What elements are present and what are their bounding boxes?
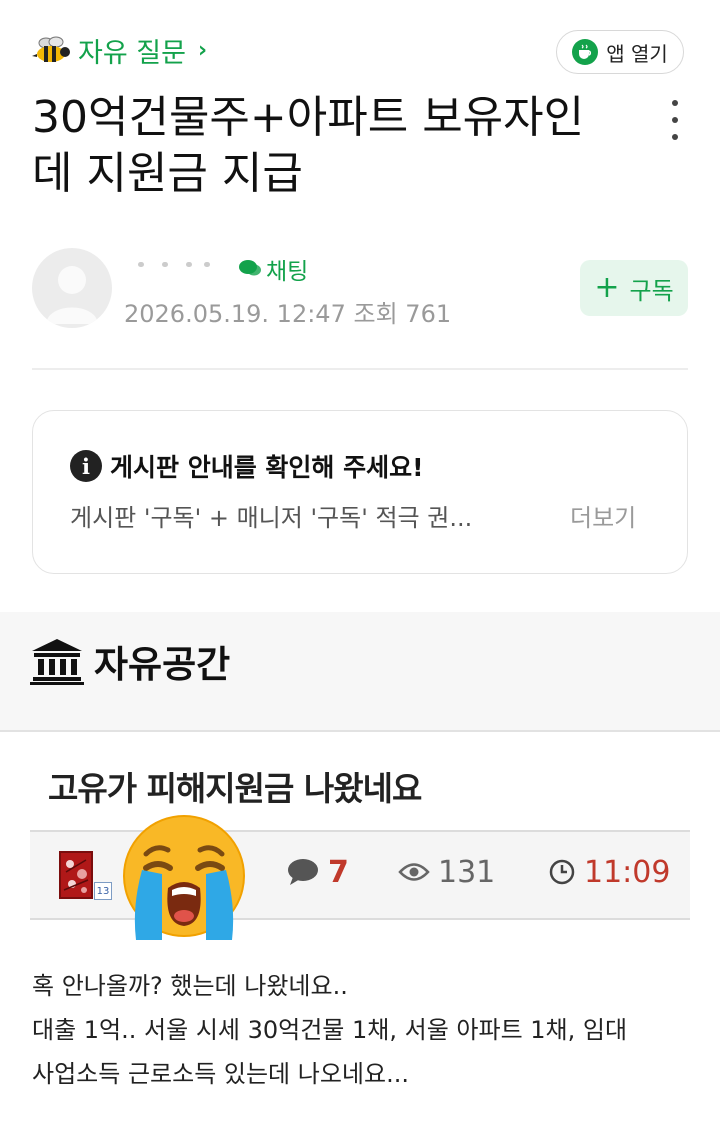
- clock-icon: [549, 859, 575, 885]
- views-stat: 131: [398, 852, 495, 892]
- comment-icon: [288, 859, 318, 885]
- bank-icon: [30, 639, 84, 685]
- comments-count: 7: [328, 854, 349, 890]
- body-line: 혹 안나올까? 했는데 나왔네요..: [32, 972, 348, 1000]
- section-header: 자유공간: [30, 634, 230, 688]
- author-nickname-blurred[interactable]: [128, 254, 218, 274]
- body-line: 사업소득 근로소득 있는데 나오네요...: [32, 1060, 409, 1088]
- loudly-crying-face-icon: [123, 815, 245, 940]
- notice-preview: 게시판 '구독' + 매니저 '구독' 적극 권...: [70, 504, 473, 532]
- level-badge: 13: [94, 882, 112, 900]
- default-avatar-icon: [46, 266, 98, 324]
- views-count: 761: [405, 300, 452, 328]
- user-badge-icon: [59, 851, 93, 899]
- eye-icon: [398, 863, 430, 881]
- section-divider: [0, 730, 720, 732]
- post-meta: 2026.05.19. 12:47 조회 761: [124, 294, 451, 329]
- chevron-right-icon: ›: [197, 37, 208, 63]
- bee-icon: [32, 36, 70, 62]
- time-stat: 11:09: [548, 852, 670, 892]
- chat-label: 채팅: [266, 259, 309, 285]
- open-app-button[interactable]: 앱 열기: [556, 30, 684, 74]
- plus-icon: +: [594, 270, 620, 305]
- notice-more-link[interactable]: 더보기: [570, 498, 636, 533]
- embedded-post-body: 혹 안나올까? 했는데 나왔네요.. 대출 1억.. 서울 시세 30억건물 1…: [32, 964, 702, 1096]
- info-icon: i: [70, 450, 102, 482]
- cup-icon: [572, 39, 599, 65]
- divider: [32, 368, 688, 370]
- subscribe-button[interactable]: + 구독: [580, 260, 688, 316]
- avatar[interactable]: [32, 248, 112, 328]
- more-options-icon[interactable]: [668, 100, 682, 140]
- board-name: 자유 질문: [78, 37, 186, 69]
- chat-bubble-icon: [239, 260, 261, 276]
- board-link[interactable]: 자유 질문 ›: [32, 30, 207, 70]
- post-date: 2026.05.19. 12:47: [124, 300, 346, 328]
- section-title: 자유공간: [94, 643, 231, 686]
- views-label: 조회: [353, 300, 398, 328]
- post-title: 30억건물주+아파트 보유자인데 지원금 지급: [32, 92, 585, 199]
- open-app-label: 앱 열기: [606, 41, 668, 66]
- body-line: 대출 1억.. 서울 시세 30억건물 1채, 서울 아파트 1채, 임대: [32, 1016, 628, 1044]
- board-notice-card[interactable]: [32, 410, 688, 574]
- comments-stat: 7: [286, 852, 349, 892]
- notice-title: 게시판 안내를 확인해 주세요!: [110, 453, 424, 482]
- post-time: 11:09: [584, 854, 671, 890]
- embedded-post-title: 고유가 피해지원금 나왔네요: [48, 769, 422, 808]
- chat-button[interactable]: 채팅: [238, 252, 308, 286]
- notice-heading: i 게시판 안내를 확인해 주세요!: [70, 448, 424, 484]
- subscribe-label: 구독: [629, 276, 674, 305]
- views-count-embedded: 131: [438, 854, 496, 890]
